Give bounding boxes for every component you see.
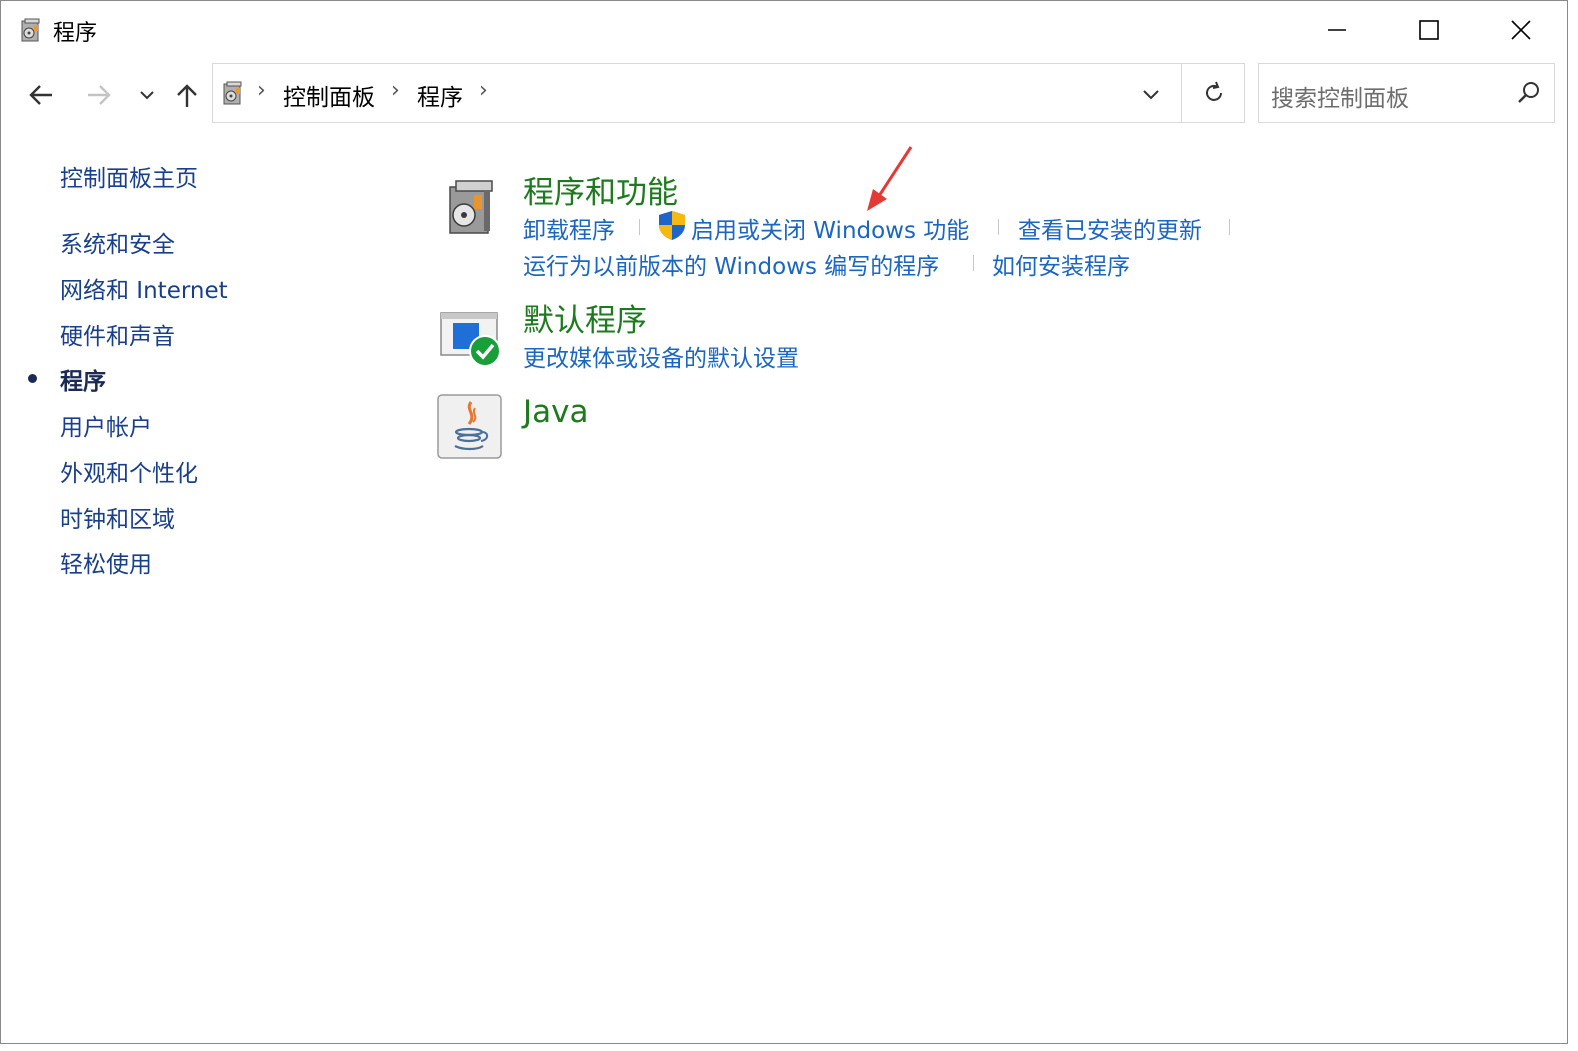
search-input[interactable]: 搜索控制面板 [1271,79,1409,113]
compatibility-link[interactable]: 运行为以前版本的 Windows 编写的程序 [523,247,939,281]
window-title: 程序 [53,21,98,46]
annotation-arrow-icon [867,146,913,211]
sidebar-item-programs[interactable]: 程序 [60,362,106,396]
maximize-button[interactable] [1383,1,1475,59]
forward-button[interactable] [81,77,117,113]
sidebar-item-clock-region[interactable]: 时钟和区域 [60,500,175,534]
sidebar-item-system-security[interactable]: 系统和安全 [60,225,175,259]
forward-arrow-icon [88,85,111,105]
back-button[interactable] [23,77,59,113]
address-bar[interactable]: › 控制面板 › 程序 › [212,63,1245,123]
programs-icon [223,81,242,105]
sidebar-item-appearance[interactable]: 外观和个性化 [60,454,198,488]
chevron-right-icon[interactable]: › [257,78,266,103]
link-separator [973,255,974,271]
sidebar-item-hardware-sound[interactable]: 硬件和声音 [60,317,175,351]
how-to-install-link[interactable]: 如何安装程序 [992,247,1130,281]
programs-icon [21,18,40,42]
link-separator [998,219,999,235]
sidebar-item-ease-of-access[interactable]: 轻松使用 [60,545,152,579]
back-arrow-icon [29,85,52,105]
uac-shield-icon [659,211,685,240]
uninstall-program-link[interactable]: 卸载程序 [523,211,615,245]
up-button[interactable] [169,77,205,113]
chevron-down-icon [1143,90,1159,100]
programs-features-title[interactable]: 程序和功能 [523,167,678,212]
refresh-icon [1206,81,1222,101]
search-box[interactable]: 搜索控制面板 [1258,63,1555,123]
chevron-down-icon [140,91,154,100]
close-icon [1511,20,1531,40]
sidebar-item-user-accounts[interactable]: 用户帐户 [60,408,152,442]
minimize-icon [1328,29,1346,31]
windows-features-link[interactable]: 启用或关闭 Windows 功能 [691,211,969,245]
java-title[interactable]: Java [523,394,588,430]
sidebar-item-network-internet[interactable]: 网络和 Internet [60,271,228,305]
chevron-right-icon[interactable]: › [479,78,488,103]
sidebar-control-panel-home[interactable]: 控制面板主页 [60,159,198,193]
programs-features-icon[interactable] [444,177,496,237]
recent-locations-button[interactable] [129,77,165,113]
up-arrow-icon [177,84,197,107]
address-history-button[interactable] [1131,78,1171,110]
maximize-icon [1419,20,1439,40]
breadcrumb-control-panel[interactable]: 控制面板 [283,78,375,112]
link-separator [639,219,640,235]
breadcrumb-programs[interactable]: 程序 [417,78,463,112]
search-icon[interactable] [1516,80,1542,106]
change-defaults-link[interactable]: 更改媒体或设备的默认设置 [523,339,799,373]
close-button[interactable] [1475,1,1567,59]
title-bar: 程序 [1,1,1567,59]
refresh-button[interactable] [1183,64,1245,122]
chevron-right-icon[interactable]: › [391,78,400,103]
java-icon[interactable] [437,394,503,460]
divider [1181,64,1182,122]
link-separator [1229,219,1230,235]
view-installed-updates-link[interactable]: 查看已安装的更新 [1018,211,1202,245]
default-programs-icon[interactable] [439,311,503,369]
control-panel-window: 程序 › 控制面板 › 程序 › 搜索控制面板 控制面板主页 系统和安全 网络和… [0,0,1568,1044]
active-bullet-icon [28,374,37,383]
default-programs-title[interactable]: 默认程序 [523,295,647,340]
minimize-button[interactable] [1291,1,1383,59]
